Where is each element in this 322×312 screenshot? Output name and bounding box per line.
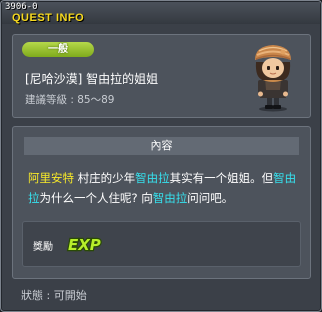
npc-portrait-icon	[255, 45, 291, 112]
npc-name-jiyura: 智由拉	[135, 171, 170, 185]
npc-name-ariant: 阿里安特	[28, 171, 74, 185]
recommended-level: 建議等級 : 85～89	[25, 94, 115, 106]
description-text: 其实有一个姐姐。但	[169, 171, 274, 185]
description-text: 村庄的少年	[74, 171, 136, 185]
quest-status: 狀態 : 可開始	[21, 289, 87, 302]
reward-box: 獎勵 EXP	[22, 221, 301, 267]
exp-icon: EXP	[67, 235, 102, 256]
npc-name-jiyura: 智由拉	[152, 191, 188, 205]
window-title: QUEST INFO	[12, 12, 85, 24]
quest-description: 阿里安特 村庄的少年智由拉其实有一个姐姐。但智由拉为什么一个人住呢? 向智由拉问…	[28, 168, 303, 208]
quest-content-panel: 內容 阿里安特 村庄的少年智由拉其实有一个姐姐。但智由拉为什么一个人住呢? 向智…	[12, 126, 311, 279]
exp-text: EXP	[68, 236, 101, 254]
title-bar[interactable]: 3906-0 QUEST INFO	[2, 2, 320, 24]
quest-info-window: 3906-0 QUEST INFO 一般 [尼哈沙漠] 智由拉的姐姐 建議等級 …	[0, 0, 322, 312]
description-text: 为什么一个人住呢? 向	[39, 191, 153, 205]
reward-label: 獎勵	[33, 242, 53, 253]
content-header: 內容	[24, 137, 299, 155]
quest-name: [尼哈沙漠] 智由拉的姐姐	[25, 72, 159, 86]
quest-header-panel: 一般 [尼哈沙漠] 智由拉的姐姐 建議等級 : 85～89	[12, 34, 311, 118]
quest-id: 3906-0	[5, 2, 38, 12]
category-badge: 一般	[22, 42, 94, 57]
description-text: 问问吧。	[187, 191, 234, 205]
